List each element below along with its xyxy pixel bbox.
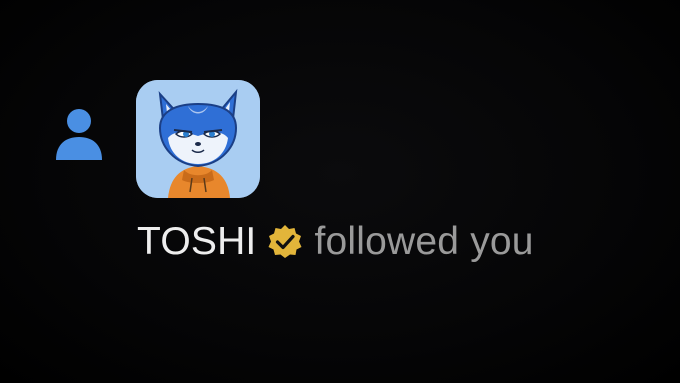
action-text: followed you xyxy=(314,220,534,263)
verified-badge-icon xyxy=(266,223,304,261)
user-avatar[interactable] xyxy=(136,80,260,198)
person-icon xyxy=(54,106,104,162)
notification-screen: TOSHI followed you xyxy=(0,0,680,383)
notification-text: TOSHI followed you xyxy=(137,218,534,266)
user-name[interactable]: TOSHI xyxy=(137,220,256,264)
fox-avatar-icon xyxy=(136,80,260,198)
